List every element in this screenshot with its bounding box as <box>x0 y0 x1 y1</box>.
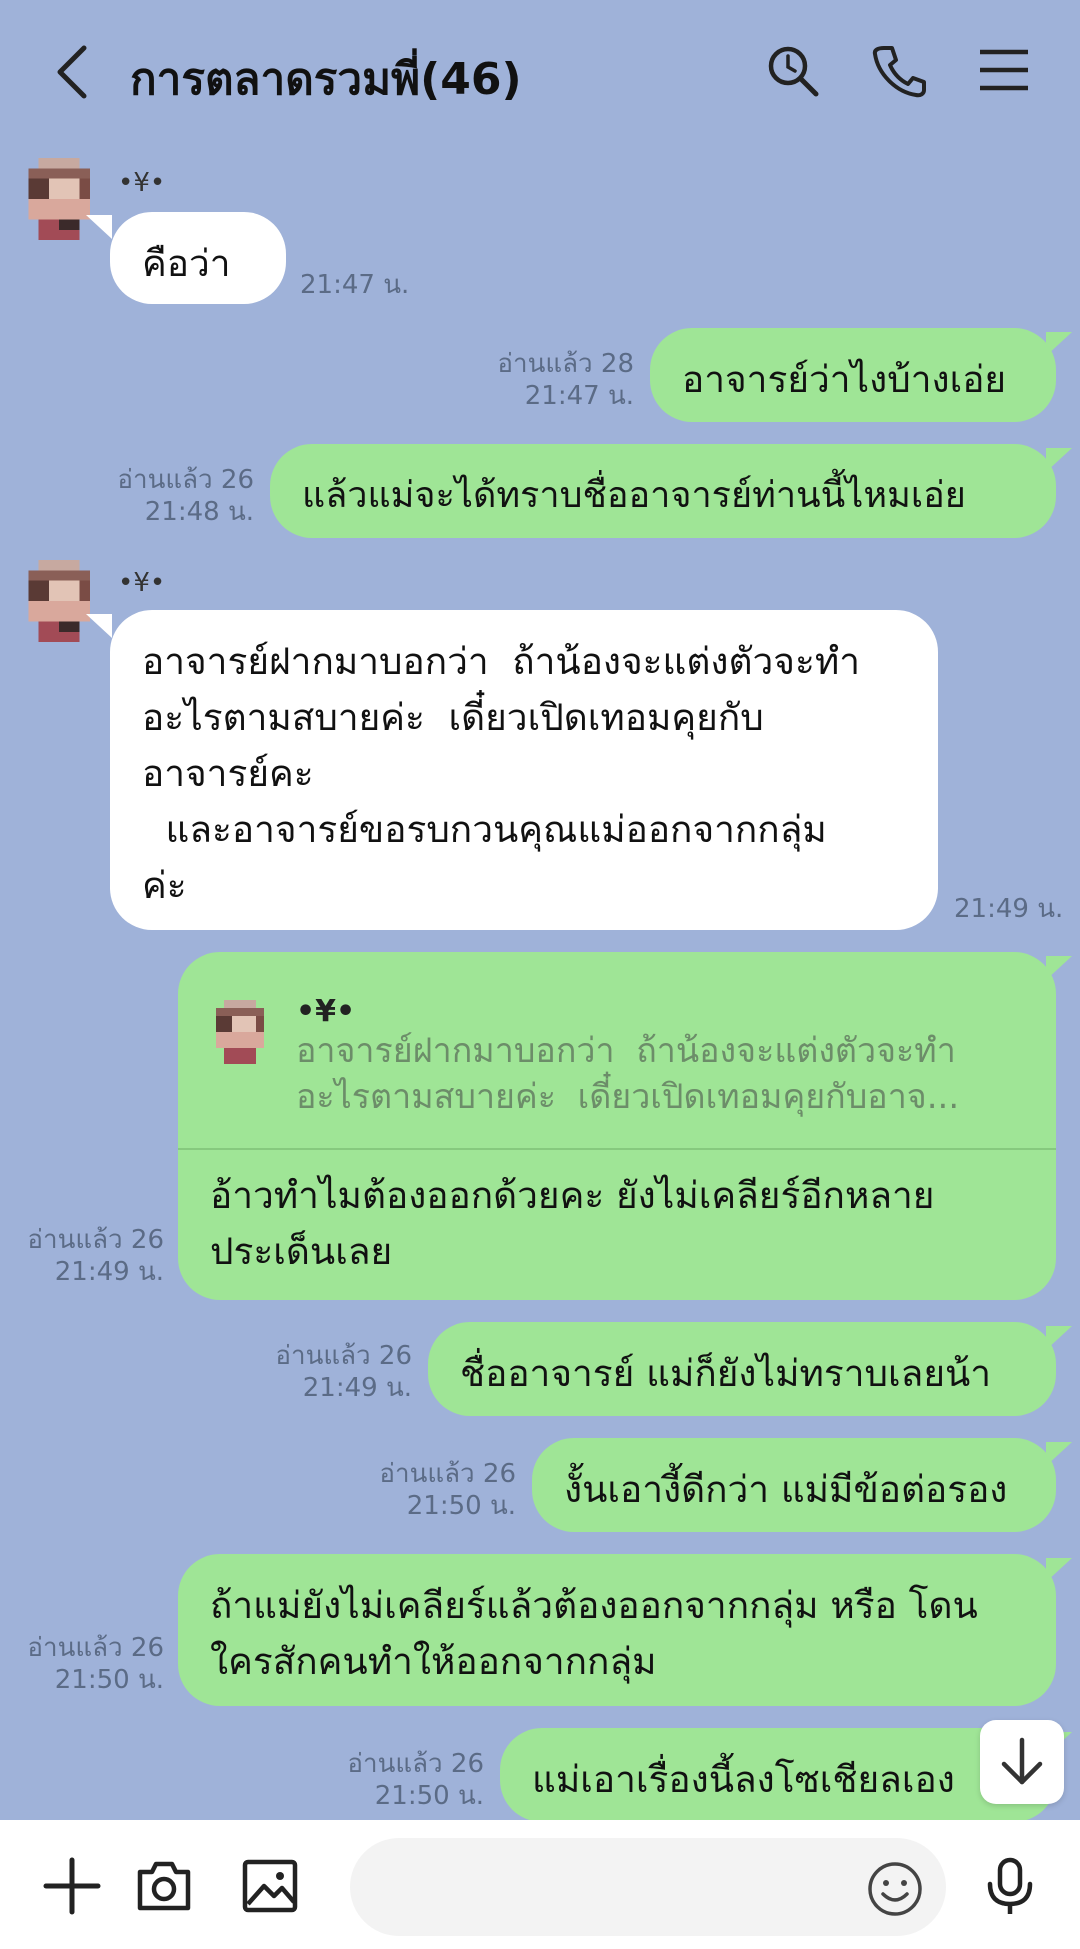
message-time: 21:47 น. <box>300 270 410 300</box>
read-receipt: อ่านแล้ว 26 <box>27 1225 164 1255</box>
menu-icon[interactable] <box>976 42 1032 98</box>
bubble-tail <box>1046 1442 1072 1466</box>
message-meta: อ่านแล้ว 26 21:50 น. <box>379 1458 516 1522</box>
message-time: 21:48 น. <box>144 497 254 527</box>
arrow-down-icon <box>1001 1737 1043 1785</box>
reply-divider <box>178 1148 1056 1150</box>
message-meta: อ่านแล้ว 26 21:50 น. <box>27 1632 164 1696</box>
phone-icon[interactable] <box>870 42 926 98</box>
bubble-tail <box>1046 332 1072 356</box>
bubble-tail <box>86 614 112 638</box>
read-receipt: อ่านแล้ว 26 <box>117 465 254 495</box>
bubble-tail <box>1046 1326 1072 1350</box>
quoted-message[interactable]: •¥• อาจารย์ฝากมาบอกว่า ถ้าน้องจะแต่งตัวจ… <box>208 984 1028 1117</box>
message-meta: อ่านแล้ว 26 21:49 น. <box>275 1340 412 1404</box>
emoji-icon[interactable] <box>866 1860 924 1918</box>
read-receipt: อ่านแล้ว 26 <box>275 1341 412 1371</box>
message-meta: อ่านแล้ว 26 21:50 น. <box>347 1748 484 1812</box>
plus-icon[interactable] <box>42 1856 102 1916</box>
bubble-tail <box>1046 448 1072 472</box>
message-time: 21:49 น. <box>954 894 1064 924</box>
message-time: 21:50 น. <box>374 1781 484 1811</box>
message-bubble[interactable]: คือว่า <box>110 212 286 304</box>
scroll-to-bottom-button[interactable] <box>980 1720 1064 1804</box>
bubble-tail <box>86 215 112 239</box>
quoted-text: อาจารย์ฝากมาบอกว่า ถ้าน้องจะแต่งตัวจะทำ … <box>296 1031 960 1117</box>
back-icon[interactable] <box>48 42 96 102</box>
bubble-tail <box>1046 1558 1072 1582</box>
read-receipt: อ่านแล้ว 26 <box>347 1749 484 1779</box>
mic-icon[interactable] <box>980 1856 1040 1916</box>
read-receipt: อ่านแล้ว 26 <box>27 1633 164 1663</box>
message-bubble[interactable]: ถ้าแม่ยังไม่เคลียร์แล้วต้องออกจากกลุ่ม ห… <box>178 1554 1056 1706</box>
search-icon[interactable] <box>764 42 820 98</box>
message-time: 21:49 น. <box>302 1373 412 1403</box>
chat-title: การตลาดรวมพี่(46) <box>130 54 522 105</box>
message-time: 21:50 น. <box>54 1665 164 1695</box>
message-bubble[interactable]: ชื่ออาจารย์ แม่ก็ยังไม่ทราบเลยน้า <box>428 1322 1056 1416</box>
message-bubble[interactable]: แล้วแม่จะได้ทราบชื่ออาจารย์ท่านนี้ไหมเอ่… <box>270 444 1056 538</box>
message-meta: อ่านแล้ว 26 21:48 น. <box>117 464 254 528</box>
camera-icon[interactable] <box>134 1856 194 1916</box>
message-bubble[interactable]: อาจารย์ฝากมาบอกว่า ถ้าน้องจะแต่งตัวจะทำ … <box>110 610 938 930</box>
message-time: 21:50 น. <box>406 1491 516 1521</box>
read-receipt: อ่านแล้ว 26 <box>379 1459 516 1489</box>
sender-name: •¥• <box>118 168 166 198</box>
chat-header: การตลาดรวมพี่(46) <box>0 0 1080 140</box>
message-time: 21:47 น. <box>524 381 634 411</box>
message-input[interactable] <box>350 1838 946 1936</box>
message-bubble[interactable]: งั้นเอางี้ดีกว่า แม่มีข้อต่อรอง <box>532 1438 1056 1532</box>
bubble-tail <box>1046 956 1072 980</box>
sender-name: •¥• <box>118 568 166 598</box>
image-icon[interactable] <box>240 1856 300 1916</box>
message-bubble[interactable]: แม่เอาเรื่องนี้ลงโซเชียลเอง <box>500 1728 1056 1822</box>
reply-bubble[interactable]: •¥• อาจารย์ฝากมาบอกว่า ถ้าน้องจะแต่งตัวจ… <box>178 952 1056 1300</box>
read-receipt: อ่านแล้ว 28 <box>497 349 634 379</box>
message-meta: อ่านแล้ว 26 21:49 น. <box>27 1224 164 1288</box>
composer-bar <box>0 1820 1080 1949</box>
message-bubble[interactable]: อาจารย์ว่าไงบ้างเอ่ย <box>650 328 1056 422</box>
reply-text: อ้าวทำไมต้องออกด้วยคะ ยังไม่เคลียร์อีกหล… <box>210 1174 935 1273</box>
message-meta: อ่านแล้ว 28 21:47 น. <box>497 348 634 412</box>
message-time: 21:49 น. <box>54 1257 164 1287</box>
quoted-avatar <box>208 1000 272 1064</box>
